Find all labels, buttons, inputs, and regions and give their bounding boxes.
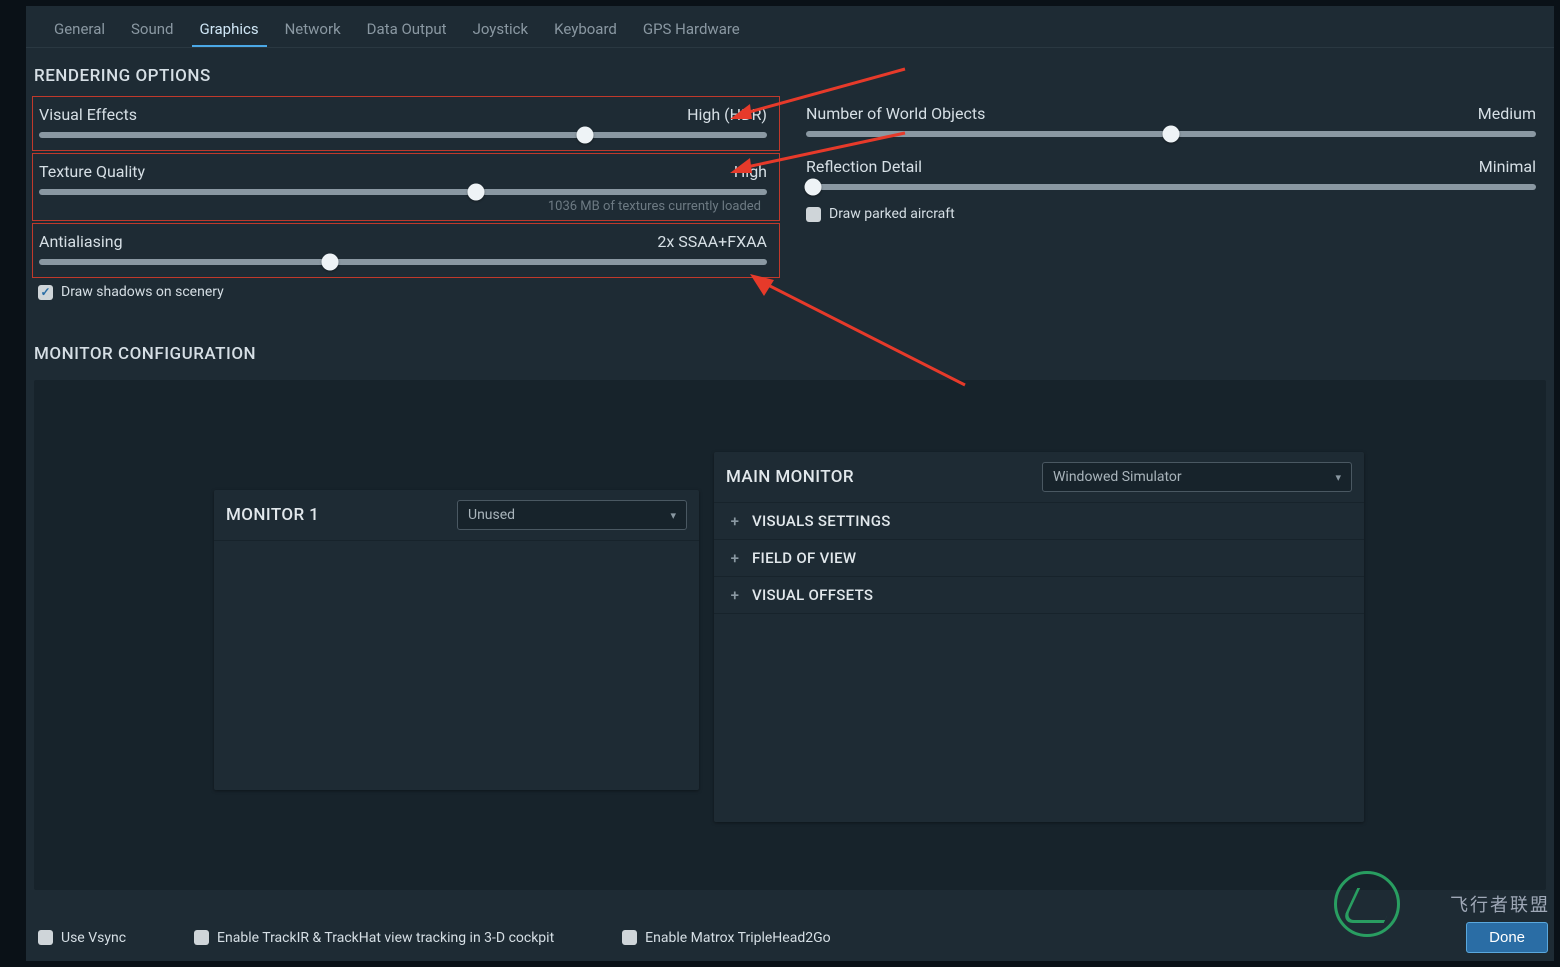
plus-icon: + (728, 512, 742, 530)
label-reflection-detail: Reflection Detail (806, 157, 922, 176)
tab-general[interactable]: General (46, 16, 113, 47)
tab-keyboard[interactable]: Keyboard (546, 16, 625, 47)
tab-gps-hardware[interactable]: GPS Hardware (635, 16, 748, 47)
label-texture-quality: Texture Quality (39, 162, 145, 181)
main-monitor-mode-dropdown[interactable]: Windowed Simulator ▾ (1042, 462, 1352, 492)
done-button[interactable]: Done (1466, 922, 1548, 953)
checkbox-label: Enable TrackIR & TrackHat view tracking … (217, 930, 554, 946)
expand-label: FIELD OF VIEW (752, 549, 856, 567)
tab-network[interactable]: Network (277, 16, 349, 47)
tab-sound[interactable]: Sound (123, 16, 181, 47)
checkbox-label: Draw parked aircraft (829, 206, 955, 222)
label-antialiasing: Antialiasing (39, 232, 123, 251)
setting-visual-effects: Visual Effects High (HDR) (32, 96, 780, 151)
checkbox-trackir[interactable]: Enable TrackIR & TrackHat view tracking … (188, 926, 560, 950)
watermark-logo (1334, 871, 1400, 937)
label-visual-effects: Visual Effects (39, 105, 137, 124)
hint-texture-memory: 1036 MB of textures currently loaded (39, 199, 767, 214)
checkbox-matrox[interactable]: Enable Matrox TripleHead2Go (616, 926, 836, 950)
setting-antialiasing: Antialiasing 2x SSAA+FXAA (32, 223, 780, 278)
monitor-config-area: MONITOR 1 Unused ▾ MAIN MONITOR Windowed… (34, 380, 1546, 890)
slider-world-objects[interactable] (806, 131, 1536, 137)
slider-antialiasing[interactable] (39, 259, 767, 265)
checkbox-label: Use Vsync (61, 930, 126, 946)
checkbox-icon (194, 930, 209, 945)
expand-label: VISUAL OFFSETS (752, 586, 873, 604)
plus-icon: + (728, 549, 742, 567)
monitor-1-card[interactable]: MONITOR 1 Unused ▾ (214, 490, 699, 790)
expand-label: VISUALS SETTINGS (752, 512, 891, 530)
chevron-down-icon: ▾ (1335, 471, 1341, 484)
tab-data-output[interactable]: Data Output (359, 16, 455, 47)
section-monitor-title: MONITOR CONFIGURATION (32, 338, 1548, 374)
value-world-objects: Medium (1478, 104, 1536, 123)
watermark-text: 飞行者联盟 (1450, 891, 1550, 917)
monitor-1-mode-dropdown[interactable]: Unused ▾ (457, 500, 687, 530)
slider-reflection-detail[interactable] (806, 184, 1536, 190)
plus-icon: + (728, 586, 742, 604)
checkbox-draw-shadows[interactable]: Draw shadows on scenery (32, 280, 780, 304)
slider-visual-effects[interactable] (39, 132, 767, 138)
slider-thumb[interactable] (1163, 126, 1180, 143)
slider-texture-quality[interactable] (39, 189, 767, 195)
expand-field-of-view[interactable]: + FIELD OF VIEW (714, 540, 1364, 577)
tabs-bar: General Sound Graphics Network Data Outp… (26, 6, 1554, 48)
monitor-1-title: MONITOR 1 (226, 505, 319, 525)
value-reflection-detail: Minimal (1479, 157, 1536, 176)
checkbox-icon (806, 207, 821, 222)
value-texture-quality: High (734, 162, 767, 181)
setting-world-objects: Number of World Objects Medium (800, 96, 1548, 149)
slider-thumb[interactable] (467, 184, 484, 201)
checkbox-label: Enable Matrox TripleHead2Go (645, 930, 830, 946)
slider-thumb[interactable] (322, 254, 339, 271)
main-monitor-card[interactable]: MAIN MONITOR Windowed Simulator ▾ + VISU… (714, 452, 1364, 822)
checkbox-icon (38, 930, 53, 945)
expand-visual-offsets[interactable]: + VISUAL OFFSETS (714, 577, 1364, 614)
expand-visuals-settings[interactable]: + VISUALS SETTINGS (714, 502, 1364, 540)
checkbox-vsync[interactable]: Use Vsync (32, 926, 132, 950)
dropdown-value: Unused (468, 507, 515, 523)
tab-joystick[interactable]: Joystick (465, 16, 537, 47)
checkbox-parked-aircraft[interactable]: Draw parked aircraft (800, 202, 1548, 226)
slider-thumb[interactable] (577, 127, 594, 144)
setting-texture-quality: Texture Quality High 1036 MB of textures… (32, 153, 780, 221)
value-visual-effects: High (HDR) (687, 105, 767, 124)
label-world-objects: Number of World Objects (806, 104, 985, 123)
slider-thumb[interactable] (805, 179, 822, 196)
tab-graphics[interactable]: Graphics (192, 16, 267, 47)
value-antialiasing: 2x SSAA+FXAA (657, 232, 767, 251)
main-monitor-title: MAIN MONITOR (726, 467, 854, 487)
settings-window: General Sound Graphics Network Data Outp… (26, 6, 1554, 961)
checkbox-label: Draw shadows on scenery (61, 284, 224, 300)
setting-reflection-detail: Reflection Detail Minimal (800, 149, 1548, 202)
checkbox-icon (622, 930, 637, 945)
dropdown-value: Windowed Simulator (1053, 469, 1182, 485)
footer-bar: Use Vsync Enable TrackIR & TrackHat view… (32, 922, 1548, 953)
section-rendering-title: RENDERING OPTIONS (32, 60, 1548, 96)
checkbox-icon (38, 285, 53, 300)
chevron-down-icon: ▾ (670, 509, 676, 522)
